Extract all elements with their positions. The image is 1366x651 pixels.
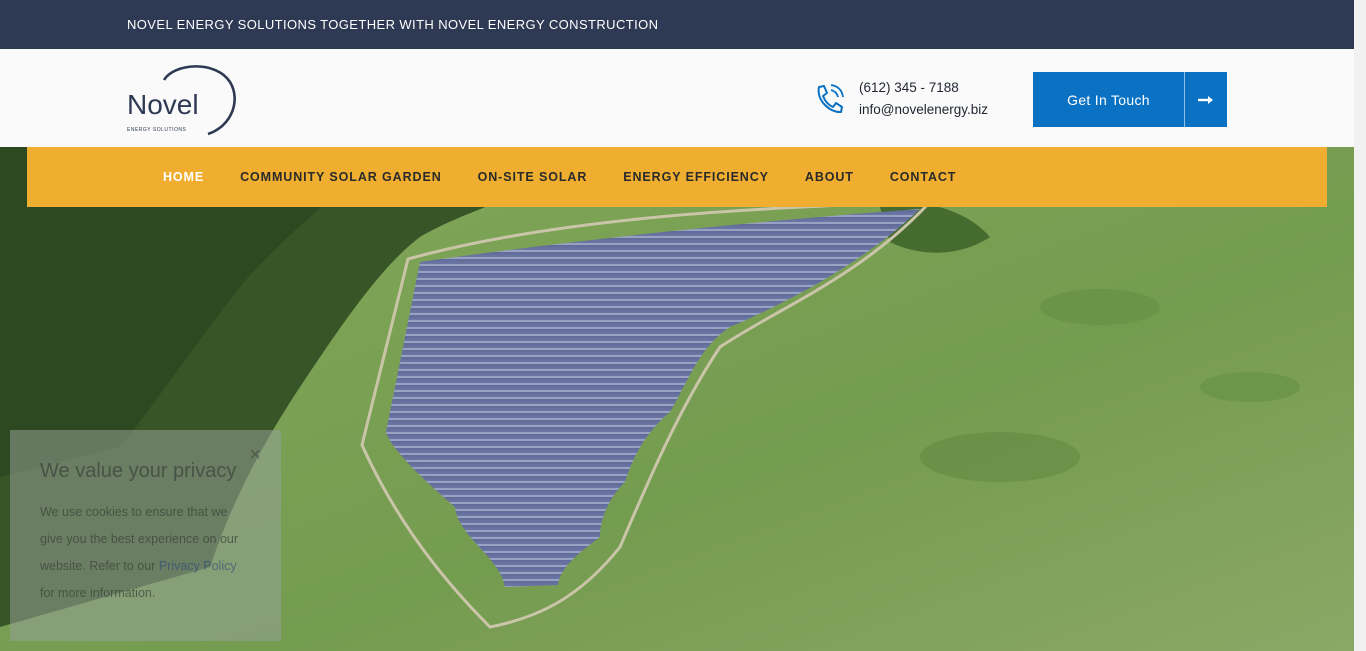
cookie-text: We use cookies to ensure that we give yo… [40, 499, 251, 607]
cookie-consent-banner: × We value your privacy We use cookies t… [10, 430, 281, 641]
nav-item-about[interactable]: ABOUT [805, 170, 854, 184]
site-header: Novel ENERGY SOLUTIONS (612) 345 - 7188 … [0, 49, 1354, 147]
nav-item-home[interactable]: HOME [163, 170, 204, 184]
cookie-title: We value your privacy [40, 460, 237, 482]
nav-item-contact[interactable]: CONTACT [890, 170, 956, 184]
novel-logo[interactable]: Novel ENERGY SOLUTIONS [126, 60, 238, 138]
cookie-text-after-link: for more information. [40, 586, 156, 600]
nav-item-community-solar-garden[interactable]: COMMUNITY SOLAR GARDEN [240, 170, 442, 184]
contact-info: (612) 345 - 7188 info@novelenergy.biz [812, 77, 988, 121]
get-in-touch-button[interactable]: Get In Touch [1033, 72, 1227, 127]
nav-item-energy-efficiency[interactable]: ENERGY EFFICIENCY [623, 170, 769, 184]
banner-text: NOVEL ENERGY SOLUTIONS TOGETHER WITH NOV… [127, 17, 659, 32]
get-in-touch-label: Get In Touch [1067, 91, 1150, 108]
nav-item-on-site-solar[interactable]: ON-SITE SOLAR [478, 170, 588, 184]
privacy-policy-link[interactable]: Privacy Policy [159, 559, 237, 573]
phone-number[interactable]: (612) 345 - 7188 [859, 77, 988, 99]
phone-icon [817, 84, 844, 114]
email-address[interactable]: info@novelenergy.biz [859, 99, 988, 121]
arrow-right-icon [1185, 72, 1227, 127]
main-nav: HOME COMMUNITY SOLAR GARDEN ON-SITE SOLA… [27, 147, 1327, 207]
page-scrollbar[interactable] [1354, 0, 1366, 651]
logo-wordmark: Novel [127, 89, 199, 120]
logo-tagline: ENERGY SOLUTIONS [127, 127, 186, 133]
top-banner: NOVEL ENERGY SOLUTIONS TOGETHER WITH NOV… [0, 0, 1354, 49]
close-icon[interactable]: × [249, 444, 261, 467]
